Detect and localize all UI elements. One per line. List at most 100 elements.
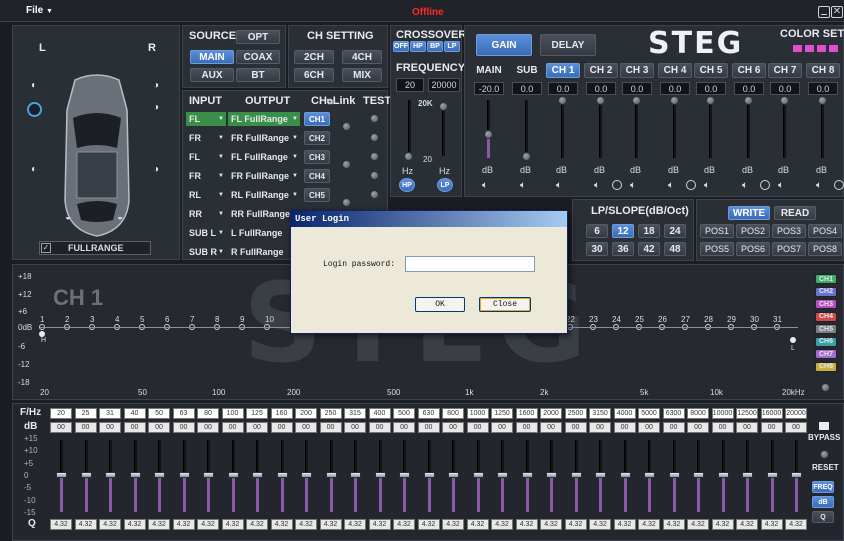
eq-band-frequency[interactable]: 80 (197, 408, 219, 419)
delay-tab[interactable]: DELAY (540, 34, 596, 56)
reset-button[interactable]: RESET (812, 463, 839, 472)
mute-speaker-icon[interactable]: 🔈︎ (668, 180, 674, 191)
source-bt-button[interactable]: BT (236, 68, 280, 82)
eq-band-slider-thumb[interactable] (80, 472, 92, 478)
preset-position-button[interactable]: POS6 (736, 242, 770, 256)
mute-speaker-icon[interactable]: 🔈︎ (630, 180, 636, 191)
eq-band-q[interactable]: 4.32 (442, 519, 464, 530)
eq-band-slider-thumb[interactable] (129, 472, 141, 478)
source-coax-button[interactable]: COAX (236, 50, 280, 64)
link-circle-icon[interactable] (686, 180, 696, 190)
eq-band-slider-thumb[interactable] (644, 472, 655, 478)
gain-tab[interactable]: GAIN (476, 34, 532, 56)
gain-channel-button[interactable]: CH 3 (620, 63, 654, 78)
xover-off-button[interactable]: OFF (393, 41, 409, 52)
eq-band-gain[interactable]: 00 (711, 422, 734, 433)
gain-slider-track[interactable] (525, 100, 528, 158)
mute-speaker-icon[interactable]: 🔈︎ (556, 180, 562, 191)
source-main-button[interactable]: MAIN (190, 50, 234, 64)
output-select[interactable]: RL FullRange ▼ (228, 188, 300, 202)
eq-band-gain[interactable]: 00 (466, 422, 489, 433)
gain-slider-track[interactable] (673, 100, 676, 158)
q-button[interactable]: Q (812, 511, 834, 523)
input-select[interactable]: SUB R ▼ (186, 245, 226, 259)
eq-band-gain[interactable]: 00 (393, 422, 415, 433)
write-button[interactable]: WRITE (728, 206, 770, 220)
xover-hp-button[interactable]: HP (410, 41, 426, 52)
eq-band-q[interactable]: 4.32 (246, 519, 268, 530)
ch-4ch-button[interactable]: 4CH (342, 50, 382, 64)
channel-button[interactable]: CH3 (304, 150, 330, 164)
eq-band-frequency[interactable]: 16000 (760, 408, 783, 419)
channel-button[interactable]: CH1 (304, 112, 330, 126)
gain-slider-thumb[interactable] (670, 96, 679, 105)
gain-slider-thumb[interactable] (632, 96, 641, 105)
bypass-button[interactable]: BYPASS (808, 433, 840, 442)
gain-slider-thumb[interactable] (744, 96, 753, 105)
graph-channel-toggle[interactable]: CH5 (815, 324, 837, 334)
eq-band-gain[interactable]: 00 (319, 422, 342, 433)
eq-band-q[interactable]: 4.32 (785, 519, 807, 530)
eq-band-gain[interactable]: 00 (368, 422, 391, 433)
freq-high-input[interactable]: 20000 (428, 78, 460, 92)
gain-value-input[interactable]: 0.0 (660, 82, 690, 95)
eq-band-gain[interactable]: 00 (50, 422, 72, 433)
preset-position-button[interactable]: POS1 (700, 224, 734, 238)
graph-channel-toggle[interactable]: CH1 (815, 274, 837, 284)
eq-band-q[interactable]: 4.32 (417, 519, 440, 530)
eq-band-slider-thumb[interactable] (595, 472, 606, 478)
subwoofer-right-icon[interactable]: ◒ (117, 212, 123, 223)
gain-channel-button[interactable]: CH 7 (768, 63, 802, 78)
slope-button[interactable]: 24 (664, 224, 686, 238)
test-toggle[interactable] (370, 152, 379, 161)
eq-band-q[interactable]: 4.32 (736, 519, 758, 530)
eq-band-slider-thumb[interactable] (497, 472, 508, 478)
gain-slider-thumb[interactable] (596, 96, 605, 105)
eq-band-q[interactable]: 4.32 (613, 519, 636, 530)
eq-band-gain[interactable]: 00 (613, 422, 636, 433)
test-toggle[interactable] (370, 114, 379, 123)
eq-band-frequency[interactable]: 3150 (589, 408, 611, 419)
gain-value-input[interactable]: 0.0 (586, 82, 616, 95)
password-input[interactable] (405, 256, 535, 272)
eq-band-frequency[interactable]: 31 (99, 408, 121, 419)
eq-band-frequency[interactable]: 25 (74, 408, 97, 419)
preset-position-button[interactable]: POS7 (772, 242, 806, 256)
source-aux-button[interactable]: AUX (190, 68, 234, 82)
hp-slider-track[interactable] (408, 100, 411, 152)
eq-band-q[interactable]: 4.32 (760, 519, 783, 530)
eq-band-slider-thumb[interactable] (766, 472, 778, 478)
speaker-rl-icon[interactable]: ◑ (153, 102, 159, 113)
freq-low-input[interactable]: 20 (396, 78, 424, 92)
eq-band-frequency[interactable]: 630 (417, 408, 440, 419)
gain-channel-button[interactable]: CH 1 (546, 63, 580, 78)
slope-button[interactable]: 48 (664, 242, 686, 256)
input-select[interactable]: RL ▼ (186, 188, 226, 202)
eq-band-frequency[interactable]: 5000 (638, 408, 660, 419)
mute-speaker-icon[interactable]: 🔈︎ (520, 180, 526, 191)
eq-band-q[interactable]: 4.32 (564, 519, 587, 530)
eq-band-gain[interactable]: 00 (491, 422, 513, 433)
speaker-selected-icon[interactable] (27, 102, 42, 117)
speaker-fr-icon[interactable]: ◑ (153, 80, 159, 91)
eq-band-q[interactable]: 4.32 (270, 519, 293, 530)
slope-button[interactable]: 30 (586, 242, 608, 256)
fullrange-selector[interactable]: ✓ FULLRANGE (39, 241, 151, 255)
eq-band-frequency[interactable]: 315 (344, 408, 366, 419)
checkbox-icon[interactable]: ✓ (41, 243, 51, 253)
gain-slider-track[interactable] (561, 100, 564, 158)
color-swatch[interactable] (829, 45, 838, 52)
eq-band-q[interactable]: 4.32 (491, 519, 513, 530)
link-circle-icon[interactable] (612, 180, 622, 190)
reset-knob[interactable] (820, 450, 829, 459)
eq-band-q[interactable]: 4.32 (638, 519, 660, 530)
db-button[interactable]: dB (812, 496, 834, 508)
lp-slider-track[interactable] (442, 106, 445, 156)
eq-band-frequency[interactable]: 160 (270, 408, 293, 419)
eq-band-q[interactable]: 4.32 (687, 519, 709, 530)
graph-channel-toggle[interactable]: CH4 (815, 311, 837, 322)
mute-speaker-icon[interactable]: 🔈︎ (778, 180, 784, 191)
eq-band-q[interactable]: 4.32 (197, 519, 219, 530)
gain-slider-thumb[interactable] (706, 96, 715, 105)
eq-band-q[interactable]: 4.32 (393, 519, 415, 530)
